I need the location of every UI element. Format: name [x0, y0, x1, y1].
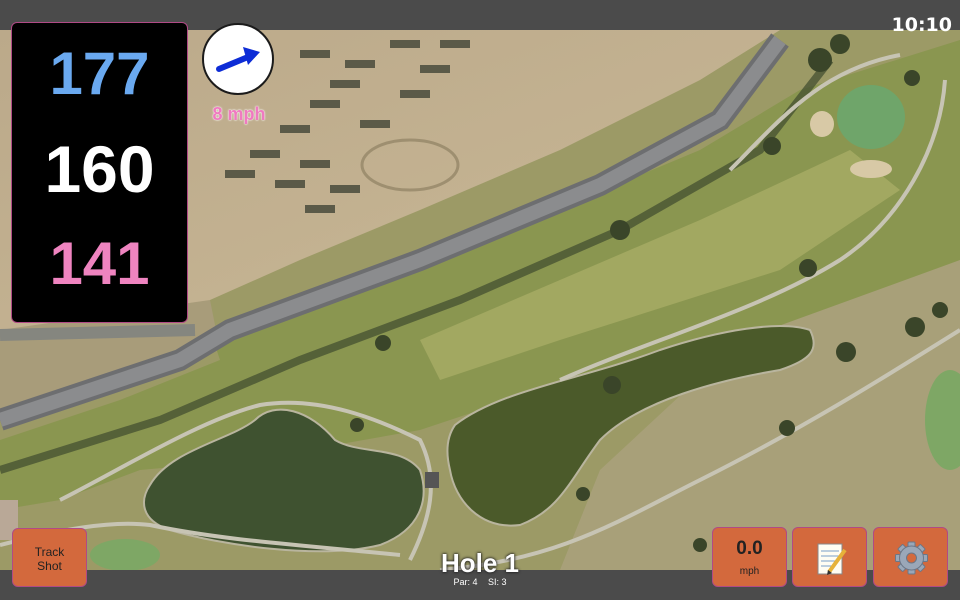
speed-value: 0.0 — [736, 538, 763, 559]
front-distance: 141 — [49, 230, 150, 297]
notepad-icon — [817, 543, 847, 575]
track-shot-button[interactable]: Track Shot — [12, 528, 87, 587]
track-shot-label-line2: Shot — [37, 559, 62, 573]
hole-title: Hole 1 — [440, 548, 520, 578]
wind-direction-arrow-icon — [216, 47, 260, 72]
wind-speed-label: 8 mph — [212, 104, 266, 124]
speed-unit: mph — [739, 566, 760, 577]
hole-info: Par: 4 SI: 3 — [380, 577, 580, 587]
settings-button[interactable] — [873, 527, 948, 587]
hole-par: Par: 4 — [453, 577, 478, 587]
middle-distance: 160 — [44, 132, 155, 206]
back-distance: 177 — [49, 40, 150, 107]
wind-indicator — [202, 23, 274, 95]
notes-button[interactable] — [792, 527, 867, 587]
hole-stroke-index: SI: 3 — [488, 577, 507, 587]
speed-button[interactable]: 0.0 mph — [712, 527, 787, 587]
status-time: 10:10 — [891, 14, 952, 36]
distance-panel: 177 160 141 — [11, 22, 188, 323]
gear-icon — [895, 541, 928, 575]
track-shot-label-line1: Track — [34, 545, 65, 559]
